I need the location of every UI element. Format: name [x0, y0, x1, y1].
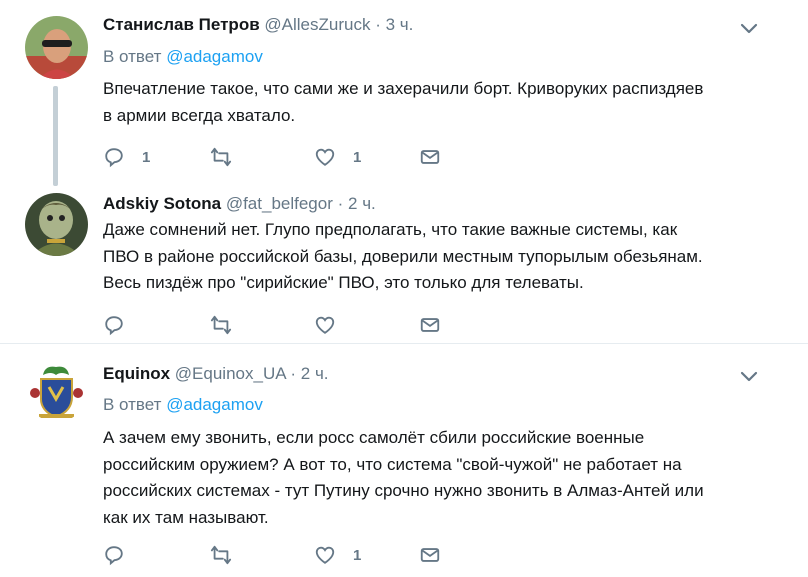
tweet-actions: [103, 313, 503, 337]
tweet-text: Впечатление такое, что сами же и захерач…: [103, 76, 783, 129]
separator: ·: [337, 194, 344, 213]
tweet-text-line: российским оружием? А вот то, что систем…: [103, 454, 682, 474]
like-button[interactable]: 1: [314, 543, 361, 567]
reply-to-link[interactable]: @adagamov: [166, 395, 263, 414]
dm-icon: [420, 318, 440, 332]
tweet-text-line: в армии всегда хватало.: [103, 105, 296, 125]
dm-icon: [420, 150, 440, 164]
thread-line: [53, 86, 58, 186]
dm-icon: [420, 548, 440, 562]
timestamp[interactable]: 2 ч.: [301, 364, 329, 383]
like-count: 1: [353, 546, 362, 564]
reply-icon: [105, 316, 123, 336]
reply-to-link[interactable]: @adagamov: [166, 47, 263, 66]
avatar[interactable]: [25, 16, 88, 79]
username[interactable]: @Equinox_UA: [175, 364, 286, 383]
username[interactable]: @fat_belfegor: [226, 194, 333, 213]
tweet-text: А зачем ему звонить, если росс самолёт с…: [103, 425, 783, 531]
tweet-text-line: как их там называют.: [103, 507, 269, 527]
like-icon: [315, 546, 335, 564]
tweet-actions: 1 1: [103, 145, 503, 169]
reply-button[interactable]: 1: [103, 145, 150, 169]
reply-prefix: В ответ: [103, 395, 162, 414]
username[interactable]: @AllesZuruck: [264, 15, 370, 34]
tweet[interactable]: Equinox @Equinox_UA · 2 ч. В ответ @adag…: [0, 344, 808, 577]
like-count: 1: [353, 148, 362, 166]
reply-prefix: В ответ: [103, 47, 162, 66]
tweet-text-line: Весь пиздёж про "сирийские" ПВО, это тол…: [103, 273, 584, 292]
tweet[interactable]: Станислав Петров @AllesZuruck · 3 ч. В о…: [0, 0, 808, 186]
like-button[interactable]: 1: [314, 145, 361, 169]
reply-button[interactable]: [103, 313, 142, 337]
tweet-header: Станислав Петров @AllesZuruck · 3 ч.: [103, 14, 413, 36]
direct-message-button[interactable]: [419, 145, 441, 169]
tweet-actions: 1: [103, 543, 503, 567]
reply-context: В ответ @adagamov: [103, 46, 263, 68]
direct-message-button[interactable]: [419, 313, 441, 337]
avatar[interactable]: [25, 359, 88, 422]
retweet-icon: [210, 315, 232, 335]
avatar[interactable]: [25, 193, 88, 256]
reply-icon: [105, 148, 123, 168]
tweet-text-line: ПВО в районе российской базы, доверили м…: [103, 246, 703, 266]
caret-down-icon[interactable]: [738, 20, 760, 36]
timestamp[interactable]: 2 ч.: [348, 194, 376, 213]
like-button[interactable]: [314, 313, 353, 337]
caret-down-icon[interactable]: [738, 368, 760, 384]
retweet-icon: [210, 147, 232, 167]
tweet-text-line: российских системах - тут Путину срочно …: [103, 481, 704, 500]
display-name[interactable]: Equinox: [103, 364, 170, 383]
tweet[interactable]: Adskiy Sotona @fat_belfegor · 2 ч. Даже …: [0, 180, 808, 340]
retweet-icon: [210, 545, 232, 565]
direct-message-button[interactable]: [419, 543, 441, 567]
separator: ·: [375, 15, 381, 34]
tweet-header: Adskiy Sotona @fat_belfegor · 2 ч.: [103, 193, 376, 215]
retweet-button[interactable]: [210, 313, 249, 337]
tweet-text-line: Даже сомнений нет. Глупо предполагать, ч…: [103, 220, 678, 239]
separator: ·: [290, 364, 297, 383]
like-icon: [315, 316, 335, 334]
tweet-text-line: Впечатление такое, что сами же и захерач…: [103, 79, 704, 98]
reply-button[interactable]: [103, 543, 142, 567]
tweet-text-line: А зачем ему звонить, если росс самолёт с…: [103, 428, 645, 447]
display-name[interactable]: Станислав Петров: [103, 15, 260, 34]
timestamp[interactable]: 3 ч.: [386, 15, 414, 34]
tweet-header: Equinox @Equinox_UA · 2 ч.: [103, 363, 329, 385]
like-icon: [315, 148, 335, 166]
display-name[interactable]: Adskiy Sotona: [103, 194, 221, 213]
retweet-button[interactable]: [210, 145, 249, 169]
reply-context: В ответ @adagamov: [103, 394, 263, 416]
tweet-text: Даже сомнений нет. Глупо предполагать, ч…: [103, 217, 783, 297]
reply-count: 1: [142, 148, 151, 166]
reply-icon: [105, 546, 123, 566]
retweet-button[interactable]: [210, 543, 249, 567]
